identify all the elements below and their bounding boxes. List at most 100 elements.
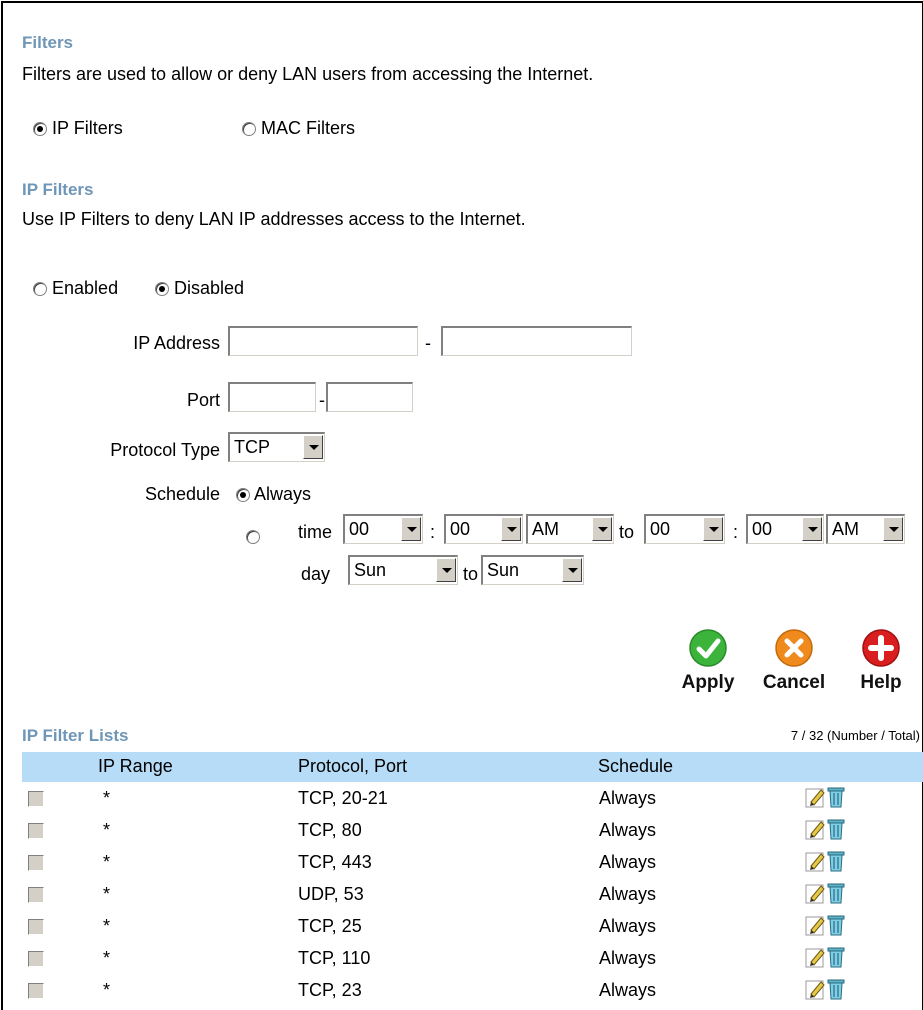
- help-label: Help: [860, 672, 902, 693]
- time-from-ampm-select[interactable]: AM: [526, 514, 614, 544]
- chevron-down-icon[interactable]: [562, 558, 582, 582]
- ip-address-label: IP Address: [133, 333, 220, 353]
- time-to-min-select[interactable]: 00: [746, 514, 824, 544]
- chevron-down-icon[interactable]: [703, 517, 723, 541]
- trash-icon[interactable]: [827, 786, 845, 808]
- time-to-hour-select[interactable]: 00: [644, 514, 725, 544]
- mac-filters-option-label: MAC Filters: [261, 118, 356, 138]
- time-from-min-select[interactable]: 00: [444, 514, 523, 544]
- x-icon: [775, 629, 813, 667]
- column-header-ip-range: IP Range: [98, 756, 173, 776]
- port-start-input[interactable]: [228, 382, 316, 412]
- trash-icon[interactable]: [827, 914, 845, 936]
- help-button[interactable]: Help: [849, 628, 913, 694]
- schedule-label: Schedule: [144, 484, 220, 504]
- row-ip-range: *: [103, 948, 111, 968]
- ip-end-input[interactable]: [441, 326, 632, 356]
- protocol-type-value: TCP: [234, 437, 270, 457]
- edit-icon[interactable]: [805, 882, 827, 904]
- table-row: * TCP, 443 Always: [22, 846, 923, 878]
- list-count: 7 / 32 (Number / Total): [790, 728, 920, 743]
- time-from-hour-select[interactable]: 00: [343, 514, 423, 544]
- row-schedule: Always: [599, 788, 657, 808]
- schedule-time-radio[interactable]: [246, 529, 260, 544]
- edit-icon[interactable]: [805, 946, 827, 968]
- edit-icon[interactable]: [805, 850, 827, 872]
- table-header: IP Range Protocol, Port Schedule: [22, 752, 923, 782]
- row-schedule: Always: [599, 852, 657, 872]
- chevron-down-icon[interactable]: [436, 558, 456, 582]
- trash-icon[interactable]: [827, 850, 845, 872]
- edit-icon[interactable]: [805, 786, 827, 808]
- time-to-min-value: 00: [752, 519, 773, 539]
- protocol-type-select[interactable]: TCP: [228, 432, 325, 462]
- table-row: * TCP, 80 Always: [22, 814, 923, 846]
- filters-description: Filters are used to allow or deny LAN us…: [22, 64, 594, 84]
- day-to-select[interactable]: Sun: [481, 555, 584, 585]
- chevron-down-icon[interactable]: [401, 517, 421, 541]
- schedule-always-option[interactable]: Always: [236, 484, 311, 505]
- edit-icon[interactable]: [805, 818, 827, 840]
- row-ip-range: *: [103, 852, 111, 872]
- row-checkbox[interactable]: [28, 951, 44, 967]
- enabled-option[interactable]: Enabled: [33, 278, 118, 299]
- column-header-protocol-port: Protocol, Port: [298, 756, 408, 776]
- apply-button[interactable]: Apply: [676, 628, 740, 694]
- row-checkbox[interactable]: [28, 791, 44, 807]
- row-checkbox[interactable]: [28, 919, 44, 935]
- disabled-label: Disabled: [174, 278, 245, 298]
- disabled-option[interactable]: Disabled: [155, 278, 244, 299]
- ip-filters-title: IP Filters: [22, 180, 94, 199]
- edit-icon[interactable]: [805, 978, 827, 1000]
- row-schedule: Always: [599, 916, 657, 936]
- disabled-radio[interactable]: [155, 282, 169, 297]
- chevron-down-icon[interactable]: [592, 517, 612, 541]
- schedule-always-radio[interactable]: [236, 488, 250, 503]
- chevron-down-icon[interactable]: [303, 435, 323, 459]
- ip-filters-radio[interactable]: [33, 122, 47, 137]
- row-ip-range: *: [103, 884, 111, 904]
- trash-icon[interactable]: [827, 818, 845, 840]
- mac-filters-radio[interactable]: [242, 122, 256, 137]
- trash-icon[interactable]: [827, 946, 845, 968]
- row-schedule: Always: [599, 884, 657, 904]
- checkmark-icon: [689, 629, 727, 667]
- time-to-ampm-value: AM: [832, 519, 859, 539]
- row-checkbox[interactable]: [28, 823, 44, 839]
- ip-filters-option[interactable]: IP Filters: [33, 118, 123, 139]
- day-from-select[interactable]: Sun: [348, 555, 458, 585]
- time-to-hour-value: 00: [650, 519, 671, 539]
- enabled-radio[interactable]: [33, 282, 47, 297]
- trash-icon[interactable]: [827, 978, 845, 1000]
- time-from-hour-value: 00: [349, 519, 370, 539]
- row-checkbox[interactable]: [28, 983, 44, 999]
- day-to-value: Sun: [487, 560, 520, 580]
- ip-start-input[interactable]: [228, 326, 418, 356]
- edit-icon[interactable]: [805, 914, 827, 936]
- row-ip-range: *: [103, 916, 111, 936]
- column-header-schedule: Schedule: [598, 756, 674, 776]
- table-row: * UDP, 53 Always: [22, 878, 923, 910]
- port-end-input[interactable]: [326, 382, 413, 412]
- cancel-button[interactable]: Cancel: [762, 628, 826, 694]
- trash-icon[interactable]: [827, 882, 845, 904]
- filters-title: Filters: [22, 33, 74, 52]
- time-to-colon: :: [733, 522, 739, 542]
- table-row: * TCP, 23 Always: [22, 974, 923, 1006]
- row-protocol-port: TCP, 23: [298, 980, 362, 1000]
- cancel-label: Cancel: [762, 672, 826, 693]
- chevron-down-icon[interactable]: [802, 517, 822, 541]
- mac-filters-option[interactable]: MAC Filters: [242, 118, 355, 139]
- row-protocol-port: UDP, 53: [298, 884, 364, 904]
- row-ip-range: *: [103, 980, 111, 1000]
- row-checkbox[interactable]: [28, 887, 44, 903]
- day-from-value: Sun: [354, 560, 387, 580]
- ip-filter-lists-title: IP Filter Lists: [22, 726, 129, 745]
- protocol-type-label: Protocol Type: [110, 440, 220, 460]
- time-to-ampm-select[interactable]: AM: [826, 514, 905, 544]
- time-from-colon: :: [430, 522, 436, 542]
- row-checkbox[interactable]: [28, 855, 44, 871]
- chevron-down-icon[interactable]: [501, 517, 521, 541]
- chevron-down-icon[interactable]: [883, 517, 903, 541]
- table-row: * TCP, 25 Always: [22, 910, 923, 942]
